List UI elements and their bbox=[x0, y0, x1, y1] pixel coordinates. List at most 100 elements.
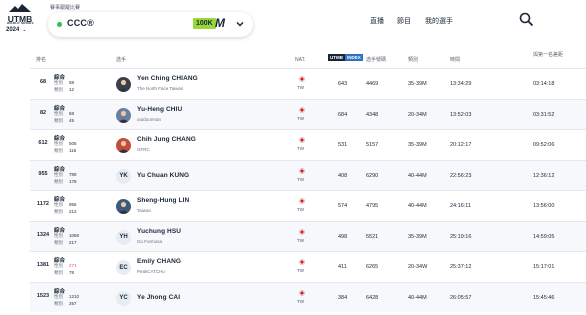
taiwan-flag-icon bbox=[299, 137, 305, 143]
nationality: TW bbox=[297, 146, 304, 151]
col-utmb-index[interactable]: UTMB INDEX bbox=[328, 54, 363, 61]
table-row[interactable]: 955 綜合 性別 789 類別 178 YK Yu Chuan KUNG TW… bbox=[30, 159, 586, 190]
sex-rank-value: 271 bbox=[69, 263, 77, 268]
sex-rank: 性別 789 bbox=[54, 172, 77, 178]
table-row[interactable]: 1523 綜合 性別 1210 類別 257 YC Ye Jhong CAI T… bbox=[30, 281, 586, 312]
sex-rank: 性別 1068 bbox=[54, 232, 79, 239]
bib-number: 5521 bbox=[366, 233, 379, 240]
sex-rank: 性別 68 bbox=[54, 110, 74, 117]
runner-name[interactable]: Emily CHANG bbox=[137, 258, 181, 265]
runner-photo-icon bbox=[118, 110, 129, 123]
nationality: TW bbox=[297, 85, 304, 90]
col-runner[interactable]: 选手 bbox=[116, 57, 126, 63]
category-rank: 類別 45 bbox=[54, 117, 74, 124]
taiwan-flag-icon bbox=[299, 289, 305, 296]
logo-subtitle: WORLD SERIES bbox=[7, 21, 34, 25]
taiwan-flag-icon bbox=[299, 167, 305, 174]
category-value: 20-34M bbox=[408, 111, 427, 118]
gap-to-leader: 14:59:05 bbox=[533, 233, 555, 240]
runner-name[interactable]: Chih Jung CHANG bbox=[137, 136, 196, 143]
avatar-initials: YH bbox=[119, 234, 128, 240]
gap-to-leader: 13:56:00 bbox=[533, 203, 555, 209]
finish-time: 13:34:29 bbox=[450, 81, 472, 87]
utmb-index-value: 411 bbox=[338, 264, 347, 270]
taiwan-flag-icon bbox=[299, 106, 305, 113]
sex-rank: 性別 271 bbox=[54, 263, 77, 269]
search-icon[interactable] bbox=[519, 12, 534, 27]
category-rank: 類別 116 bbox=[54, 148, 76, 154]
runner-photo-icon bbox=[118, 140, 129, 153]
table-row[interactable]: 612 綜合 性別 505 類別 116 Chih Jung CHANG GFR… bbox=[30, 129, 586, 160]
category-rank: 類別 12 bbox=[54, 87, 74, 93]
gap-to-leader: 03:14:18 bbox=[533, 81, 555, 87]
avatar: YC bbox=[116, 290, 131, 306]
rank: 1324 bbox=[36, 231, 50, 238]
rank: 1381 bbox=[36, 262, 50, 268]
category-rank-label: 類別 bbox=[54, 148, 63, 153]
rank: 68 bbox=[39, 79, 47, 85]
year-value: 2024 bbox=[6, 27, 20, 33]
race-selector[interactable]: CCC® 100K M bbox=[48, 12, 253, 37]
runner-name[interactable]: Yu Chuan KUNG bbox=[137, 172, 189, 179]
nav-programme[interactable]: 節目 bbox=[397, 16, 411, 26]
race-caption: 賽事跟蹤比賽 bbox=[50, 5, 81, 11]
table-row[interactable]: 82 綜合 性別 68 類別 45 Yu-Heng CHIU outdoorma… bbox=[30, 98, 586, 129]
category-rank-label: 類別 bbox=[54, 117, 63, 123]
nationality: TW bbox=[297, 298, 304, 304]
rank: 1523 bbox=[36, 292, 50, 299]
utmb-index-label: UTMB bbox=[328, 54, 345, 61]
category-rank-value: 116 bbox=[69, 148, 77, 153]
table-row[interactable]: 1381 綜合 性別 271 類別 78 EC Emily CHANG Peak… bbox=[30, 251, 586, 282]
sex-rank-label: 性別 bbox=[54, 263, 63, 268]
col-category[interactable]: 類別 bbox=[408, 57, 418, 63]
runner-name[interactable]: Yen Ching CHIANG bbox=[137, 75, 198, 82]
col-rank[interactable]: 排名 bbox=[36, 57, 46, 63]
runner-name[interactable]: Yu-Heng CHIU bbox=[137, 106, 182, 113]
chevron-down-icon: ⌄ bbox=[22, 27, 27, 33]
category-rank-label: 類別 bbox=[54, 239, 63, 245]
avatar bbox=[116, 77, 131, 92]
avatar bbox=[116, 138, 131, 153]
table-row[interactable]: 1324 綜合 性別 1068 類別 217 YH Yuchung HSU Go… bbox=[30, 220, 586, 251]
avatar bbox=[116, 107, 131, 123]
table-row[interactable]: 68 綜合 性別 58 類別 12 Yen Ching CHIANG The N… bbox=[30, 68, 586, 99]
results-table-body: 68 綜合 性別 58 類別 12 Yen Ching CHIANG The N… bbox=[30, 68, 586, 312]
finish-time: 25:37:12 bbox=[450, 264, 472, 270]
utmb-index-value: 498 bbox=[338, 233, 348, 240]
utmb-index-value: 574 bbox=[338, 203, 348, 209]
utmb-index-value: 531 bbox=[338, 142, 348, 148]
runner-name[interactable]: Sheng-Hung LIN bbox=[137, 197, 189, 204]
category-rank-label: 類別 bbox=[54, 87, 63, 92]
col-time[interactable]: 時間 bbox=[450, 57, 460, 63]
category-rank-label: 類別 bbox=[54, 300, 63, 306]
nav-my-runners[interactable]: 我的選手 bbox=[425, 16, 453, 26]
utmb-index-value: 408 bbox=[338, 172, 348, 179]
col-nat[interactable]: NAT. bbox=[295, 57, 305, 63]
sex-rank-label: 性別 bbox=[54, 232, 63, 238]
bib-number: 5157 bbox=[366, 142, 379, 148]
col-bib[interactable]: 选手號碼 bbox=[366, 57, 386, 63]
sex-rank-value: 955 bbox=[69, 202, 77, 207]
gap-to-leader: 15:45:46 bbox=[533, 294, 555, 301]
col-gap[interactable]: 與第一名差距 bbox=[533, 52, 577, 58]
utmb-logo[interactable]: UTMB bbox=[7, 3, 33, 29]
sex-rank-value: 505 bbox=[69, 141, 77, 146]
nationality: TW bbox=[297, 207, 304, 212]
rank: 612 bbox=[38, 140, 48, 146]
runner-name[interactable]: Yuchung HSU bbox=[137, 228, 181, 235]
chevron-down-icon[interactable] bbox=[235, 19, 245, 29]
taiwan-flag-icon bbox=[299, 228, 305, 235]
sex-rank-label: 性別 bbox=[54, 110, 63, 116]
runner-club: PeakCATCHu bbox=[137, 269, 165, 274]
table-row[interactable]: 1172 綜合 性別 955 類別 212 Sheng-Hung LIN Tai… bbox=[30, 190, 586, 221]
sex-rank-value: 58 bbox=[69, 80, 75, 85]
category-rank-label: 類別 bbox=[54, 209, 63, 214]
avatar: YH bbox=[116, 229, 131, 245]
category-value: 40-44M bbox=[408, 172, 427, 179]
nav-live[interactable]: 直播 bbox=[370, 16, 384, 26]
runner-name[interactable]: Ye Jhong CAI bbox=[137, 294, 180, 301]
year-selector[interactable]: 2024 ⌄ bbox=[6, 27, 27, 33]
gap-to-leader: 12:36:12 bbox=[533, 172, 555, 179]
utmb-index-value: 384 bbox=[338, 294, 348, 301]
top-header: UTMB WORLD SERIES 2024 ⌄ 賽事跟蹤比賽 CCC® 100… bbox=[0, 0, 586, 44]
